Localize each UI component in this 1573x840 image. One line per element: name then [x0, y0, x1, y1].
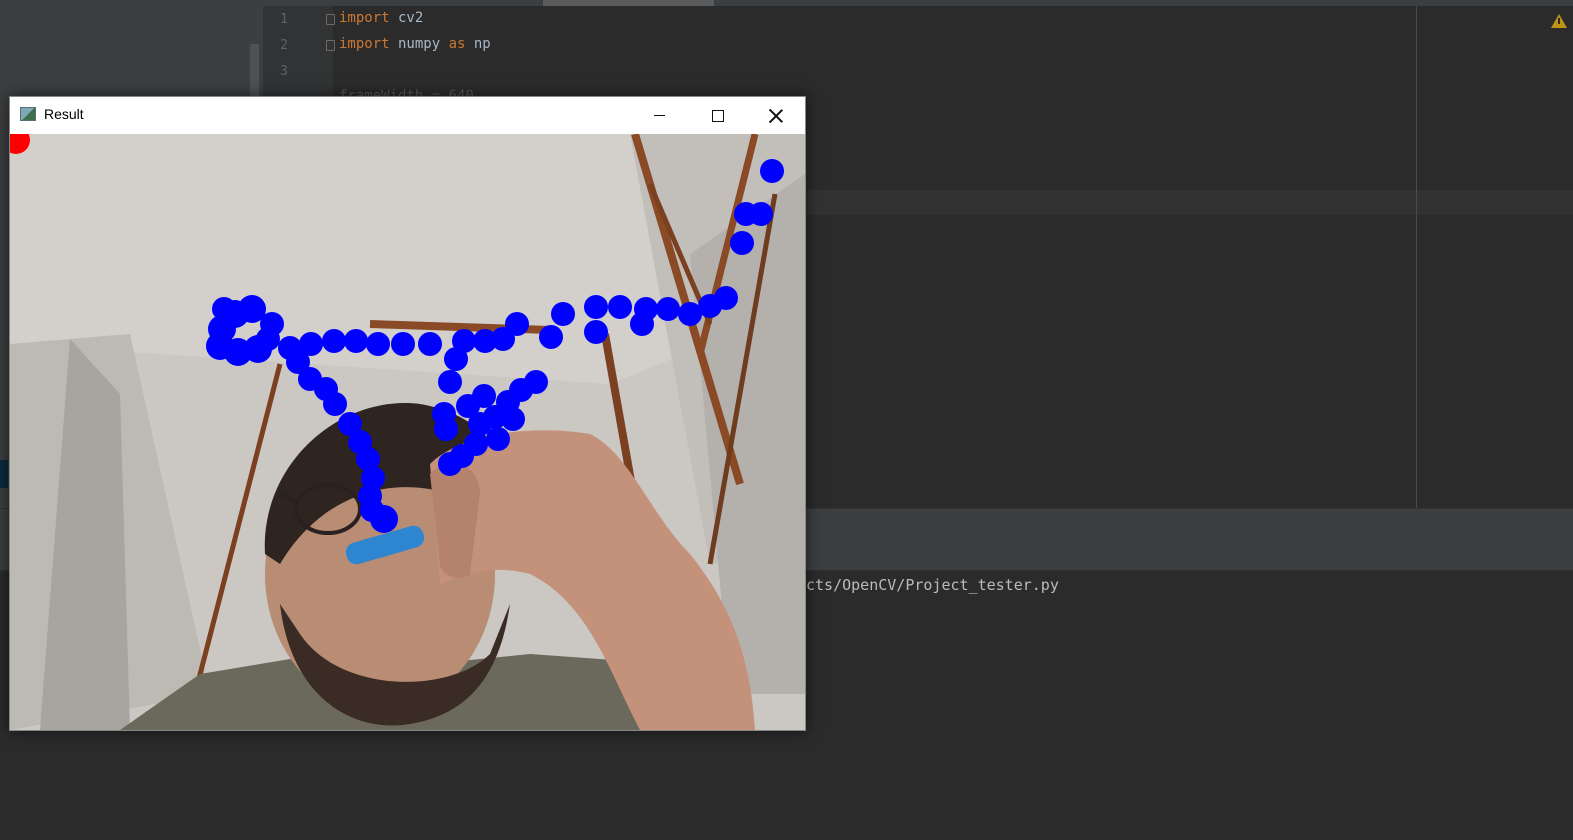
right-margin-guide [1416, 6, 1417, 508]
line-number: 3 [280, 64, 288, 79]
keyword: import [339, 10, 390, 26]
editor-horizontal-scrollbar[interactable] [543, 0, 714, 6]
code-text: np [465, 36, 491, 52]
maximize-button[interactable] [689, 97, 746, 134]
code-text: cv2 [389, 10, 424, 26]
line-number: 1 [280, 12, 288, 27]
fold-marker-icon[interactable] [326, 14, 335, 25]
code-line[interactable]: import numpy as np [339, 36, 491, 52]
code-line[interactable]: import cv2 [339, 10, 423, 26]
fold-marker-icon[interactable] [326, 40, 335, 51]
tree-selected-item[interactable] [0, 460, 8, 488]
app-icon [20, 107, 36, 121]
warning-icon[interactable] [1551, 14, 1567, 28]
maximize-icon [711, 109, 724, 122]
console-run-path: cts/OpenCV/Project_tester.py [806, 576, 1059, 594]
minimize-button[interactable] [631, 97, 688, 134]
result-window[interactable]: Result [9, 96, 806, 731]
window-title: Result [44, 106, 84, 122]
close-icon [769, 109, 783, 123]
minimize-icon [654, 115, 665, 116]
keyword: as [448, 36, 466, 52]
camera-frame [10, 134, 805, 730]
editor-top-bar [263, 0, 1573, 6]
line-number: 2 [280, 38, 288, 53]
camera-image [10, 134, 805, 730]
result-titlebar[interactable]: Result [10, 97, 805, 134]
keyword: import [339, 36, 390, 52]
code-text: numpy [389, 36, 449, 52]
close-button[interactable] [747, 97, 804, 134]
